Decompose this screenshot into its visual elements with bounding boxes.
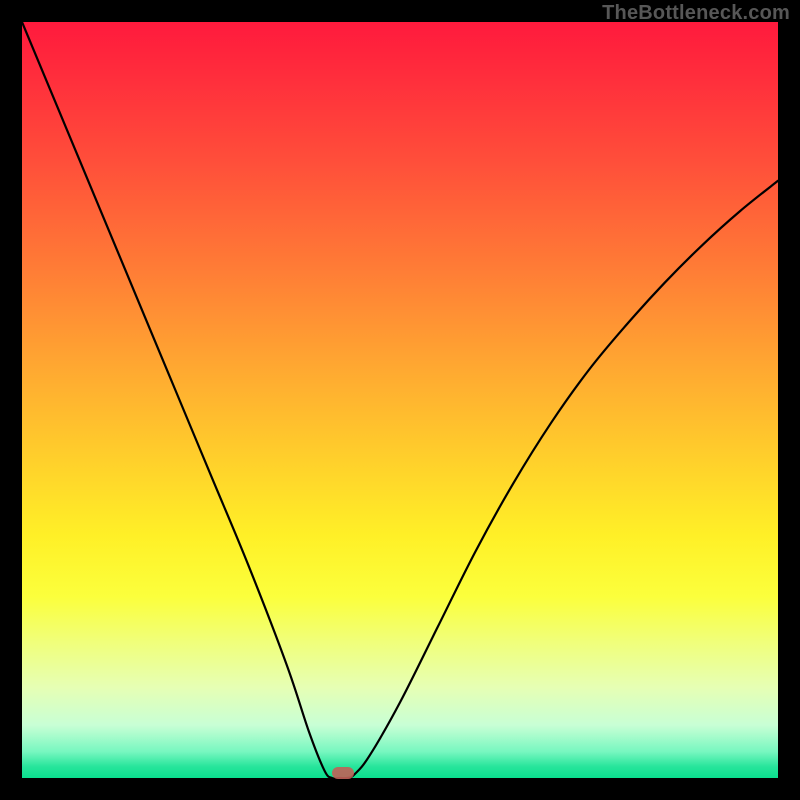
- chart-frame: TheBottleneck.com: [0, 0, 800, 800]
- optimal-point-marker: [332, 767, 354, 779]
- watermark-label: TheBottleneck.com: [602, 2, 790, 25]
- curve-layer: [22, 22, 778, 778]
- plot-area: [22, 22, 778, 778]
- bottleneck-curve: [22, 22, 778, 778]
